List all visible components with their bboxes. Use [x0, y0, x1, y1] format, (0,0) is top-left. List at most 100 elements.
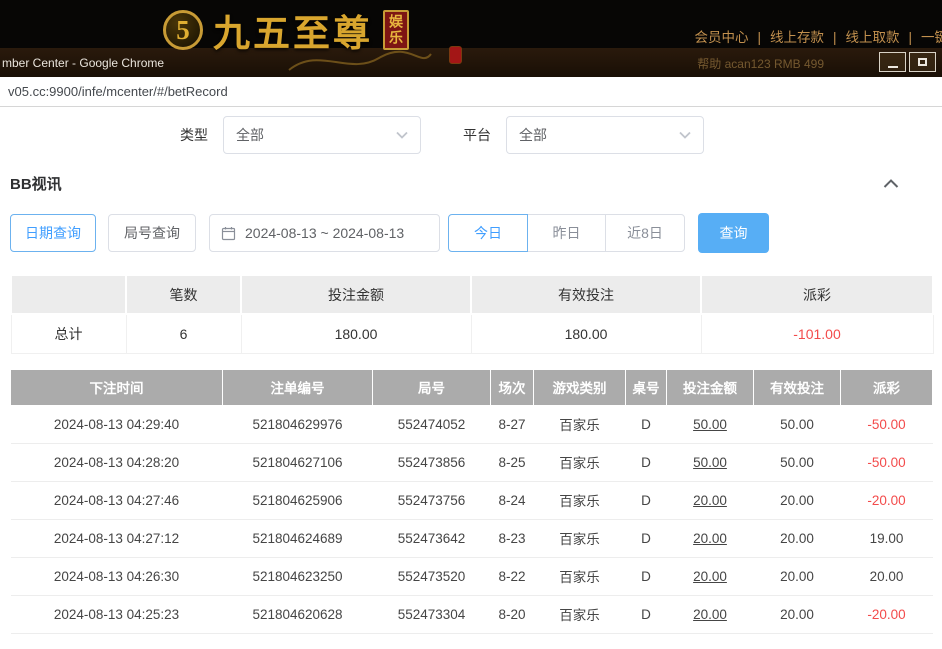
- nav-withdraw[interactable]: 线上取款: [845, 30, 899, 45]
- payout-cell: -20.00: [841, 595, 933, 633]
- top-nav: 会员中心|线上存款|线上取款|一键: [694, 26, 942, 46]
- bet-time-cell: 2024-08-13 04:27:12: [11, 519, 223, 557]
- col-round-id: 局号: [373, 369, 491, 405]
- collapse-section-button[interactable]: [883, 179, 899, 188]
- platform-filter-label: 平台: [463, 125, 491, 145]
- summary-total-row: 总计 6 180.00 180.00 -101.00: [11, 314, 933, 353]
- session-cell: 8-23: [491, 519, 534, 557]
- col-valid-bet: 有效投注: [754, 369, 841, 405]
- window-controls: [879, 52, 936, 72]
- col-table-no: 桌号: [626, 369, 667, 405]
- valid-bet-cell: 20.00: [754, 481, 841, 519]
- bet-amount-link[interactable]: 50.00: [667, 443, 754, 481]
- session-cell: 8-24: [491, 481, 534, 519]
- nav-deposit[interactable]: 线上存款: [770, 30, 824, 45]
- bet-time-cell: 2024-08-13 04:26:30: [11, 557, 223, 595]
- nav-separator: |: [757, 30, 761, 45]
- bet-time-cell: 2024-08-13 04:27:46: [11, 481, 223, 519]
- round-id-cell: 552474052: [373, 405, 491, 443]
- game-type-cell: 百家乐: [534, 557, 626, 595]
- calendar-icon: [221, 226, 236, 241]
- game-type-cell: 百家乐: [534, 481, 626, 519]
- table-row: 2024-08-13 04:26:30521804623250552473520…: [11, 557, 933, 595]
- bet-amount-link[interactable]: 20.00: [667, 519, 754, 557]
- bet-amount-link[interactable]: 50.00: [667, 405, 754, 443]
- session-cell: 8-22: [491, 557, 534, 595]
- table-no-cell: D: [626, 405, 667, 443]
- payout-cell: -50.00: [841, 405, 933, 443]
- table-row: 2024-08-13 04:25:23521804620628552473304…: [11, 595, 933, 633]
- round-id-cell: 552473856: [373, 443, 491, 481]
- chevron-down-icon: [679, 131, 691, 139]
- date-query-button[interactable]: 日期查询: [10, 214, 96, 252]
- session-cell: 8-20: [491, 595, 534, 633]
- bet-amount-link[interactable]: 20.00: [667, 481, 754, 519]
- table-row: 2024-08-13 04:29:40521804629976552474052…: [11, 405, 933, 443]
- date-range-input[interactable]: 2024-08-13 ~ 2024-08-13: [209, 214, 440, 252]
- col-session: 场次: [491, 369, 534, 405]
- yesterday-button[interactable]: 昨日: [527, 214, 606, 252]
- bet-id-cell: 521804629976: [223, 405, 373, 443]
- payout-cell: -50.00: [841, 443, 933, 481]
- bet-id-cell: 521804623250: [223, 557, 373, 595]
- table-no-cell: D: [626, 481, 667, 519]
- round-id-cell: 552473642: [373, 519, 491, 557]
- section-title: BB视讯: [10, 173, 62, 194]
- bet-amount-link[interactable]: 20.00: [667, 595, 754, 633]
- round-id-cell: 552473520: [373, 557, 491, 595]
- summary-col-payout: 派彩: [701, 275, 933, 314]
- summary-corner-cell: [11, 275, 126, 314]
- col-bet-amount: 投注金额: [667, 369, 754, 405]
- recent8days-button[interactable]: 近8日: [605, 214, 685, 252]
- round-query-button[interactable]: 局号查询: [108, 214, 196, 252]
- logo-text: 九五至尊: [213, 3, 373, 57]
- summary-col-count: 笔数: [126, 275, 241, 314]
- chevron-down-icon: [396, 131, 408, 139]
- search-button[interactable]: 查询: [698, 213, 769, 253]
- valid-bet-cell: 20.00: [754, 595, 841, 633]
- url-text: v05.cc:9900/infe/mcenter/#/betRecord: [8, 84, 228, 99]
- minimize-button[interactable]: [879, 52, 906, 72]
- round-id-cell: 552473756: [373, 481, 491, 519]
- payout-cell: 20.00: [841, 557, 933, 595]
- payout-cell: 19.00: [841, 519, 933, 557]
- nav-member-center[interactable]: 会员中心: [694, 30, 748, 45]
- bet-time-cell: 2024-08-13 04:25:23: [11, 595, 223, 633]
- bet-id-cell: 521804627106: [223, 443, 373, 481]
- date-range-value: 2024-08-13 ~ 2024-08-13: [245, 225, 404, 241]
- summary-count-value: 6: [126, 314, 241, 353]
- table-row: 2024-08-13 04:28:20521804627106552473856…: [11, 443, 933, 481]
- bet-amount-link[interactable]: 20.00: [667, 557, 754, 595]
- valid-bet-cell: 50.00: [754, 405, 841, 443]
- session-cell: 8-27: [491, 405, 534, 443]
- coin-logo-icon: 5: [163, 10, 203, 50]
- col-game-type: 游戏类别: [534, 369, 626, 405]
- valid-bet-cell: 20.00: [754, 519, 841, 557]
- table-no-cell: D: [626, 595, 667, 633]
- type-select[interactable]: 全部: [223, 116, 421, 154]
- platform-select[interactable]: 全部: [506, 116, 704, 154]
- col-bet-id: 注单编号: [223, 369, 373, 405]
- bet-time-cell: 2024-08-13 04:28:20: [11, 443, 223, 481]
- summary-valid-value: 180.00: [471, 314, 701, 353]
- valid-bet-cell: 50.00: [754, 443, 841, 481]
- summary-col-valid: 有效投注: [471, 275, 701, 314]
- game-type-cell: 百家乐: [534, 443, 626, 481]
- summary-header-row: 笔数 投注金额 有效投注 派彩: [11, 275, 933, 314]
- nav-onekey[interactable]: 一键: [921, 30, 942, 45]
- today-button[interactable]: 今日: [448, 214, 528, 252]
- summary-table: 笔数 投注金额 有效投注 派彩 总计 6 180.00 180.00 -101.…: [10, 274, 934, 354]
- filter-row: 类型 全部 平台 全部: [10, 107, 932, 154]
- nav-separator: |: [833, 30, 837, 45]
- address-bar[interactable]: v05.cc:9900/infe/mcenter/#/betRecord: [0, 77, 942, 107]
- bet-id-cell: 521804624689: [223, 519, 373, 557]
- col-payout: 派彩: [841, 369, 933, 405]
- table-no-cell: D: [626, 519, 667, 557]
- bet-id-cell: 521804620628: [223, 595, 373, 633]
- logo-badge: 娱乐: [383, 10, 409, 50]
- bet-id-cell: 521804625906: [223, 481, 373, 519]
- valid-bet-cell: 20.00: [754, 557, 841, 595]
- maximize-icon: [918, 58, 927, 66]
- col-bet-time: 下注时间: [11, 369, 223, 405]
- maximize-button[interactable]: [909, 52, 936, 72]
